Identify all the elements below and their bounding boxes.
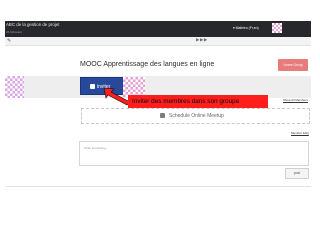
top-bar: ABC de la gestion de projet 26 followers…: [5, 21, 311, 37]
app-frame: ABC de la gestion de projet 26 followers…: [0, 0, 320, 240]
wrench-icon[interactable]: ✎: [7, 38, 11, 44]
comment-box[interactable]: Write something...: [79, 141, 309, 166]
app-title[interactable]: ABC de la gestion de projet: [6, 22, 59, 27]
comment-placeholder: Write something...: [84, 146, 109, 150]
user-avatar[interactable]: [272, 23, 282, 33]
plus-icon: [160, 113, 165, 118]
annotation-callout: Inviter des membres dans son groupe: [128, 95, 268, 109]
meetup-label: Schedule Online Meetup: [169, 113, 224, 119]
nav-arrows[interactable]: ▶▶▶: [196, 37, 208, 43]
member-avatar[interactable]: [5, 76, 24, 98]
member-faq-link[interactable]: Member FAQ: [291, 131, 309, 135]
group-title: MOOC Apprentissage des langues en ligne: [80, 61, 215, 68]
annotation-text: Inviter des membres dans son groupe: [132, 98, 240, 105]
schedule-meetup-button[interactable]: Schedule Online Meetup: [81, 108, 310, 124]
divider: [5, 186, 311, 187]
followers-count: 26 followers: [6, 30, 23, 34]
plus-icon: [90, 84, 95, 89]
show-all-members-link[interactable]: Show All Members: [283, 98, 308, 102]
post-button[interactable]: post: [285, 168, 309, 179]
user-menu[interactable]: ▾ Mathieu (Fr,en): [233, 26, 259, 30]
toolbar: ✎ ▶▶▶: [5, 37, 311, 46]
leave-group-button[interactable]: Leave Group: [278, 59, 308, 71]
